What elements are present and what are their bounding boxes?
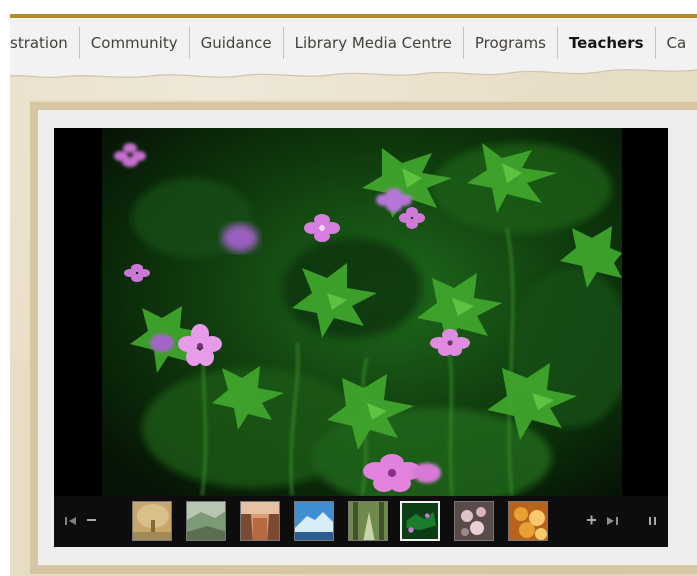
- nav-item-community[interactable]: Community: [80, 27, 190, 59]
- nav-item-label: Guidance: [200, 34, 272, 52]
- thumbnail-wildflowers[interactable]: [400, 501, 440, 541]
- skip-to-last-icon[interactable]: [604, 515, 620, 531]
- top-strip: [10, 0, 697, 14]
- nav-item-guidance[interactable]: Guidance: [190, 27, 284, 59]
- nav-item-programs[interactable]: Programs: [464, 27, 558, 59]
- nav-item-label: Ca: [666, 34, 687, 52]
- thumbnail-glacier[interactable]: [294, 501, 334, 541]
- nav-item-label: Community: [90, 34, 178, 52]
- nav-item-label: Library Media Centre: [294, 34, 452, 52]
- slideshow-main-image[interactable]: [102, 128, 622, 496]
- thumbnail-orange-flowers[interactable]: [508, 501, 548, 541]
- nav-item-administration[interactable]: stration: [10, 27, 80, 59]
- skip-to-first-icon[interactable]: [64, 515, 80, 531]
- wildflowers-photo: [102, 128, 622, 496]
- nav-item-label: Programs: [474, 34, 546, 52]
- minus-icon[interactable]: [86, 513, 98, 531]
- nav-item-teachers[interactable]: Teachers: [558, 27, 656, 59]
- torn-paper-edge: [10, 60, 697, 79]
- plus-icon[interactable]: [586, 513, 598, 531]
- thumbnail-forest-path[interactable]: [348, 501, 388, 541]
- nav-item-label: stration: [10, 34, 68, 52]
- thumbnail-canyon[interactable]: [240, 501, 280, 541]
- nav-item-library-media-centre[interactable]: Library Media Centre: [284, 27, 464, 59]
- nav-item-ca-truncated[interactable]: Ca: [656, 27, 687, 59]
- thumbnail-green-valley[interactable]: [186, 501, 226, 541]
- nav-item-label: Teachers: [568, 34, 644, 52]
- main-navigation: stration Community Guidance Library Medi…: [10, 24, 686, 62]
- thumbnail-blossoms[interactable]: [454, 501, 494, 541]
- thumbnail-autumn-tree[interactable]: [132, 501, 172, 541]
- pause-icon[interactable]: [648, 515, 658, 531]
